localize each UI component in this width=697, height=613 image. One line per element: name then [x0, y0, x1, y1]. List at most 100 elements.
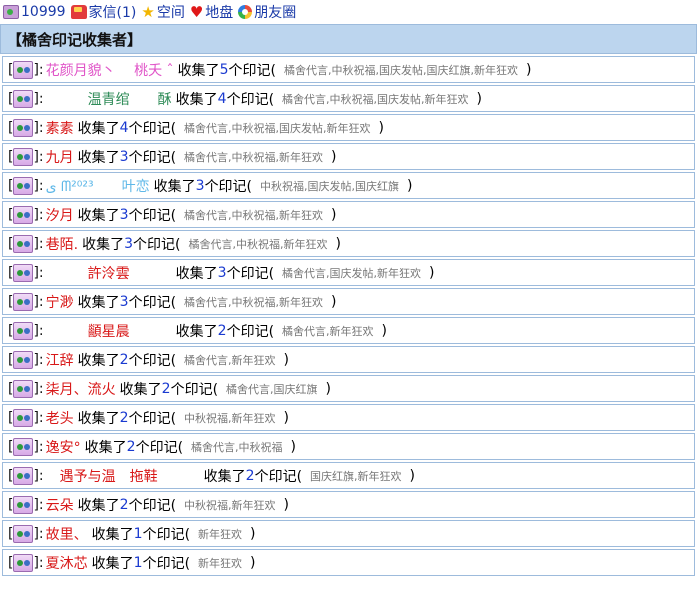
user-name-link[interactable]: 巷陌. [46, 234, 78, 254]
friends-circle-link[interactable]: 朋友圈 [238, 2, 296, 22]
avatar-icon[interactable] [13, 234, 34, 253]
avatar-icon[interactable] [13, 495, 34, 514]
bracket-close: ]: [33, 148, 44, 165]
stamp-tags: 橘舍代言,中秋祝福,新年狂欢 [184, 295, 324, 309]
collected-suffix: 个印记( [128, 149, 177, 166]
collected-suffix: 个印记( [128, 497, 177, 514]
collected-suffix: 个印记( [228, 62, 276, 79]
stamp-count: 2 [119, 351, 129, 368]
close-paren: ) [331, 148, 337, 165]
collected-prefix: 收集了 [77, 294, 120, 311]
territory-link[interactable]: ♥ 地盘 [190, 2, 233, 22]
collected-prefix: 收集了 [77, 120, 120, 137]
stamp-count: 4 [217, 90, 227, 107]
mail-icon [70, 5, 87, 19]
user-name-link[interactable]: 老头 [46, 408, 74, 428]
collected-prefix: 收集了 [153, 178, 196, 195]
avatar-icon[interactable] [13, 524, 34, 543]
avatar-icon[interactable] [13, 408, 34, 427]
stamp-tags: 橘舍代言,国庆发帖,新年狂欢 [282, 266, 422, 280]
collected-suffix: 个印记( [128, 294, 177, 311]
avatar-icon[interactable] [13, 176, 34, 195]
collected-suffix: 个印记( [128, 207, 177, 224]
avatar-icon[interactable] [13, 263, 34, 282]
list-item: []: 汐月 收集了 3 个印记(橘舍代言,中秋祝福,新年狂欢) [2, 201, 695, 228]
stamp-count: 4 [119, 119, 129, 136]
collected-prefix: 收集了 [91, 555, 134, 572]
stamp-count: 3 [124, 235, 134, 252]
stamp-count: 2 [161, 380, 171, 397]
friends-circle-label: 朋友圈 [254, 5, 297, 21]
user-name-link[interactable]: 九月 [46, 147, 74, 167]
close-paren: ) [331, 206, 337, 223]
close-paren: ) [335, 235, 341, 252]
avatar-icon[interactable] [13, 60, 34, 79]
avatar-icon[interactable] [13, 379, 34, 398]
list-item: []: 温青绾 酥收集了 4 个印记(橘舍代言,中秋祝福,国庆发帖,新年狂欢) [2, 85, 695, 112]
space-link[interactable]: ★ 空间 [141, 2, 184, 22]
stamp-count: 3 [119, 148, 129, 165]
stamp-tags: 新年狂欢 [198, 527, 243, 541]
stamp-count: 3 [217, 264, 227, 281]
stamp-tags: 橘舍代言,中秋祝福,新年狂欢 [188, 237, 328, 251]
stamp-count: 3 [119, 293, 129, 310]
avatar-icon[interactable] [13, 147, 34, 166]
collected-prefix: 收集了 [82, 236, 125, 253]
user-name-link[interactable]: ى ᗰ²⁰²³ 叶恋 [46, 176, 150, 196]
stamp-tags: 中秋祝福,新年狂欢 [184, 498, 276, 512]
user-name-link[interactable]: 温青绾 酥 [46, 89, 172, 109]
points-link[interactable]: 10999 [3, 4, 66, 20]
user-name-link[interactable]: 江辞 [46, 350, 74, 370]
bracket-close: ]: [33, 177, 44, 194]
stamp-tags: 橘舍代言,中秋祝福,新年狂欢 [184, 208, 324, 222]
heart-icon: ♥ [189, 3, 204, 21]
ring-icon [238, 5, 253, 19]
bracket-close: ]: [33, 264, 44, 281]
user-name-link[interactable]: 故里、 [46, 524, 88, 544]
user-name-link[interactable]: 花颜月貌丶 桃夭 ˆ [46, 60, 174, 80]
list-item: []: 江辞 收集了 2 个印记(橘舍代言,新年狂欢) [2, 346, 695, 373]
collected-suffix: 个印记( [135, 439, 184, 456]
user-name-link[interactable]: 汐月 [46, 205, 74, 225]
collected-prefix: 收集了 [203, 468, 246, 485]
avatar-icon[interactable] [13, 118, 34, 137]
user-name-link[interactable]: 柒月、流火 [46, 379, 116, 399]
avatar-icon[interactable] [13, 466, 34, 485]
close-paren: ) [250, 554, 256, 571]
user-name-link[interactable]: 許泠雲 [46, 263, 172, 283]
user-name-link[interactable]: 素素 [46, 118, 74, 138]
collected-prefix: 收集了 [84, 439, 127, 456]
avatar-icon[interactable] [13, 89, 34, 108]
avatar-icon[interactable] [13, 205, 34, 224]
close-paren: ) [290, 438, 297, 455]
user-name-link[interactable]: 遇予与温 拖鞋 [46, 466, 200, 486]
collected-prefix: 收集了 [175, 91, 218, 108]
list-item: []: 顲星晨 收集了 2 个印记(橘舍代言,新年狂欢) [2, 317, 695, 344]
bracket-close: ]: [33, 438, 44, 455]
star-icon: ★ [141, 3, 155, 21]
close-paren: ) [283, 351, 290, 368]
user-name-link[interactable]: 逸安° [46, 437, 81, 457]
list-item: []: 遇予与温 拖鞋 收集了 2 个印记(国庆红旗,新年狂欢) [2, 462, 695, 489]
bracket-close: ]: [33, 90, 44, 107]
user-name-link[interactable]: 宁渺 [46, 292, 74, 312]
close-paren: ) [407, 177, 413, 194]
bracket-close: ]: [33, 206, 44, 223]
bracket-close: ]: [33, 351, 44, 368]
stamp-tags: 橘舍代言,中秋祝福,国庆发帖,新年狂欢 [282, 92, 469, 106]
close-paren: ) [378, 119, 385, 136]
avatar-icon[interactable] [13, 437, 34, 456]
collected-prefix: 收集了 [77, 410, 120, 427]
stamp-tags: 橘舍代言,国庆红旗 [226, 382, 318, 396]
stamp-count: 2 [119, 409, 129, 426]
user-name-link[interactable]: 云朵 [46, 495, 74, 515]
mail-link[interactable]: 家信(1) [70, 2, 136, 22]
list-item: []: 許泠雲 收集了 3 个印记(橘舍代言,国庆发帖,新年狂欢) [2, 259, 695, 286]
avatar-icon[interactable] [13, 292, 34, 311]
user-name-link[interactable]: 顲星晨 [46, 321, 172, 341]
avatar-icon[interactable] [13, 350, 34, 369]
avatar-icon[interactable] [13, 321, 34, 340]
user-name-link[interactable]: 夏沐芯 [46, 553, 88, 573]
close-paren: ) [429, 264, 435, 281]
avatar-icon[interactable] [13, 553, 34, 572]
